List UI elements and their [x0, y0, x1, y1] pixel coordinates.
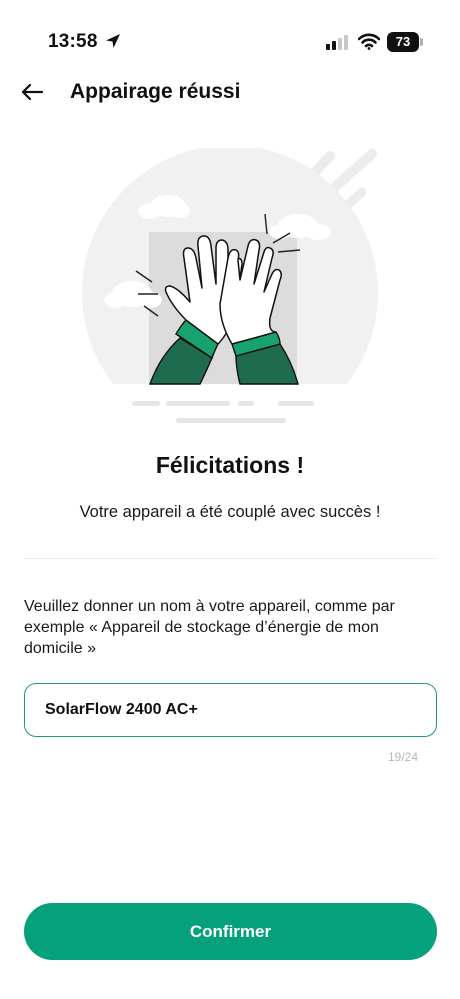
battery-icon: 73 [387, 32, 423, 52]
battery-tip [420, 38, 423, 46]
battery-level: 73 [387, 32, 419, 52]
header: Appairage réussi [0, 70, 460, 114]
status-time: 13:58 [48, 31, 98, 52]
device-name-prompt: Veuillez donner un nom à votre appareil,… [24, 598, 395, 657]
divider [24, 558, 436, 559]
page-title: Appairage réussi [70, 80, 241, 103]
status-bar: 13:58 73 [0, 0, 460, 62]
character-counter: 19/24 [387, 750, 418, 764]
wifi-icon [358, 33, 380, 50]
location-arrow-icon [106, 34, 120, 48]
high-five-hands-illustration [82, 148, 378, 423]
confirm-button[interactable]: Confirmer [24, 903, 437, 960]
cellular-signal-icon [326, 35, 348, 50]
arrow-left-icon[interactable] [18, 78, 46, 106]
device-name-input[interactable] [24, 683, 437, 737]
congratulations-heading: Félicitations ! [155, 452, 305, 478]
success-message: Votre appareil a été couplé avec succès … [79, 503, 381, 521]
